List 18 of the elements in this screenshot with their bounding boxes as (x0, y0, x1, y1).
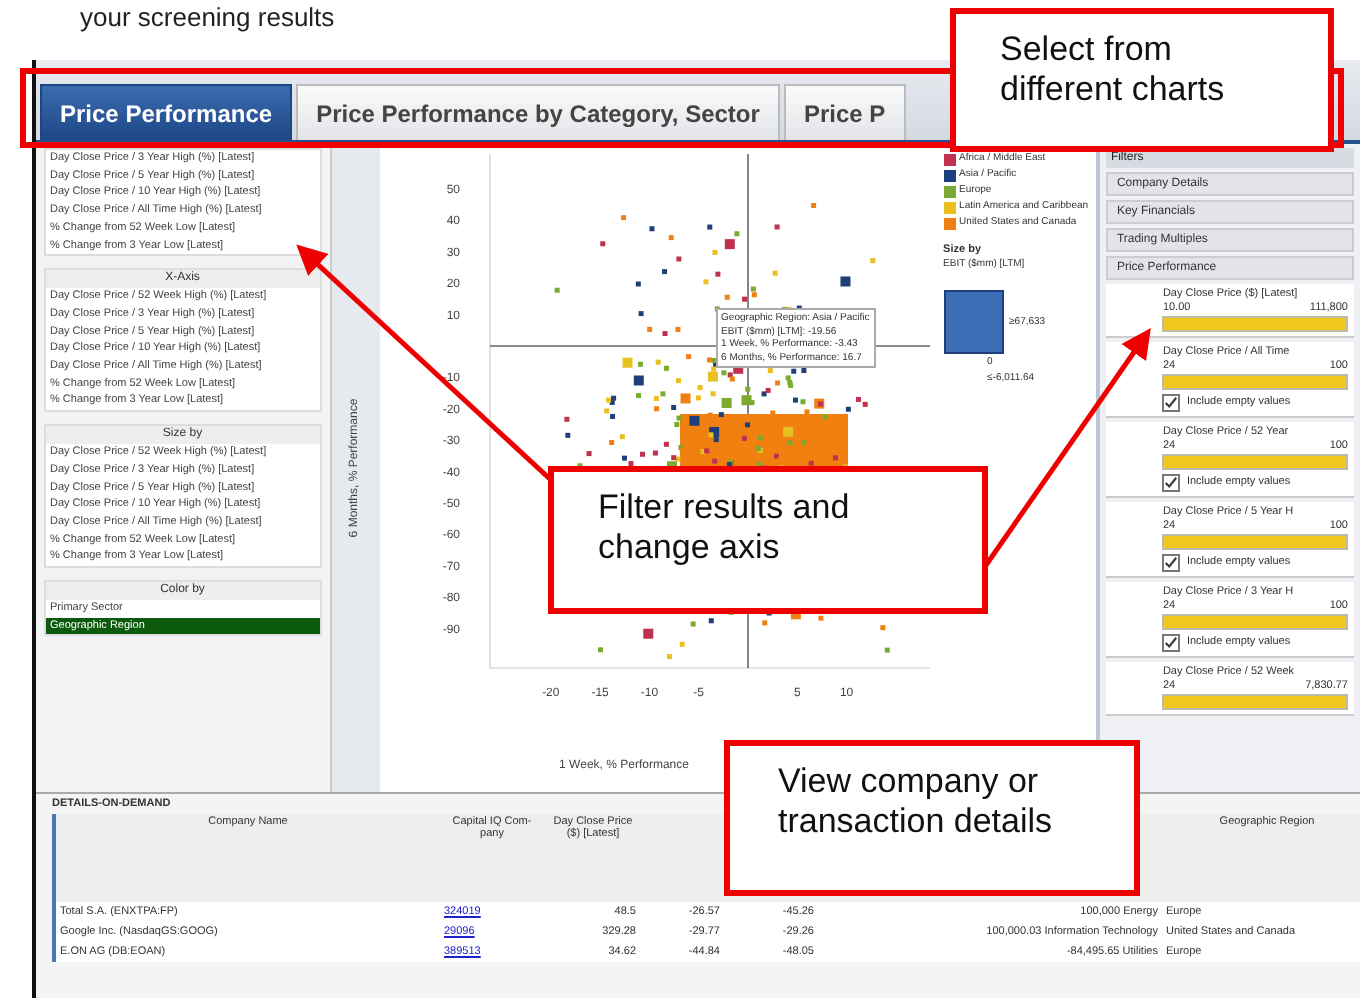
chart-tab[interactable]: Price Performance by Category, Sector (296, 84, 780, 140)
range-slider[interactable] (1162, 694, 1348, 710)
range-slider[interactable] (1162, 374, 1348, 390)
checkbox[interactable] (1162, 634, 1181, 652)
callout-box: Select from different charts (950, 8, 1334, 152)
range-slider[interactable] (1162, 534, 1348, 550)
checkbox[interactable] (1162, 394, 1181, 412)
callout-box: View company or transaction details (724, 740, 1140, 896)
range-slider[interactable] (1162, 454, 1348, 470)
size-square (943, 290, 1004, 354)
range-slider[interactable] (1162, 614, 1348, 630)
caption-text: your screening results (80, 2, 335, 32)
chart-tab[interactable]: Price Performance (40, 84, 293, 140)
checkbox[interactable] (1162, 554, 1181, 572)
checkbox[interactable] (1162, 474, 1181, 492)
callout-box: Filter results and change axis (548, 466, 988, 614)
range-slider[interactable] (1162, 316, 1348, 332)
chart-tab[interactable]: Price P (783, 84, 906, 140)
